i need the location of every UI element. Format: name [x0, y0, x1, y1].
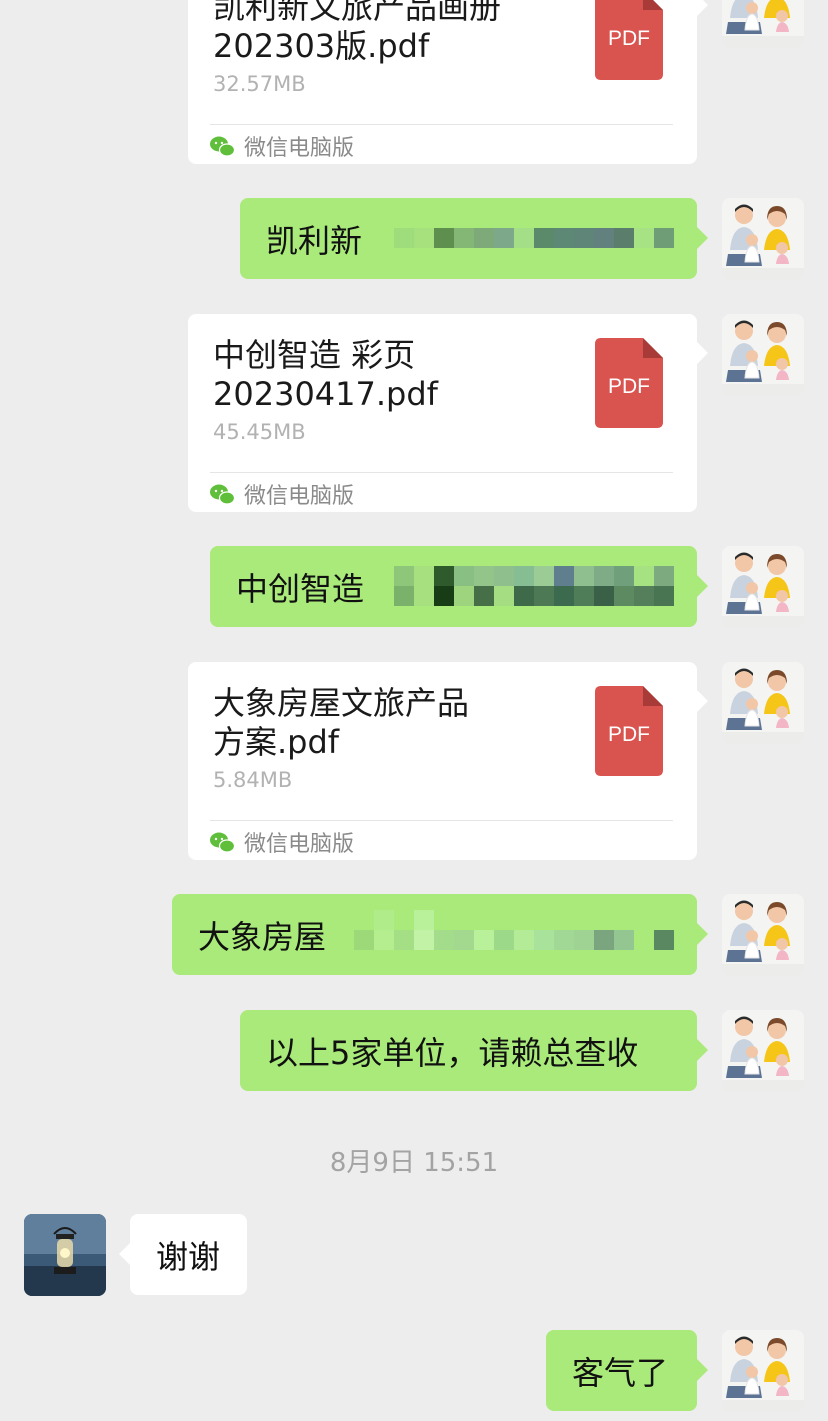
outgoing-text-message[interactable]: 客气了 — [546, 1330, 708, 1411]
file-size: 45.45MB — [213, 420, 306, 444]
file-source: 微信电脑版 — [210, 479, 354, 509]
wechat-logo-icon — [210, 135, 236, 157]
outgoing-text-message[interactable]: 大象房屋 — [172, 894, 708, 975]
incoming-text-message[interactable]: 谢谢 — [119, 1214, 247, 1295]
file-name: 大象房屋文旅产品 方案.pdf — [213, 684, 470, 761]
message-text: 中创智造 — [236, 569, 365, 608]
card-divider — [210, 124, 673, 125]
file-source: 微信电脑版 — [210, 131, 354, 161]
file-name: 凯利新文旅产品画册 202303版.pdf — [213, 0, 502, 65]
pixelated-redaction — [354, 910, 674, 950]
pdf-file-icon: PDF — [595, 686, 663, 776]
pixelated-redaction — [394, 228, 674, 248]
message-text: 大象房屋 — [198, 917, 327, 956]
file-source-label: 微信电脑版 — [244, 832, 355, 857]
card-divider — [210, 472, 673, 473]
card-divider — [210, 820, 673, 821]
file-name: 中创智造 彩页 20230417.pdf — [213, 336, 438, 413]
self-avatar[interactable] — [722, 314, 804, 396]
self-avatar[interactable] — [722, 662, 804, 744]
pdf-icon-label: PDF — [608, 375, 650, 398]
self-avatar[interactable] — [722, 894, 804, 976]
outgoing-text-message[interactable]: 凯利新 — [240, 198, 708, 279]
outgoing-text-message[interactable]: 以上5家单位，请赖总查收 — [240, 1010, 708, 1091]
file-source: 微信电脑版 — [210, 827, 354, 857]
self-avatar[interactable] — [722, 198, 804, 280]
file-message-card[interactable]: 大象房屋文旅产品 方案.pdf 5.84MB PDF 微信电脑版 — [188, 662, 708, 860]
file-source-label: 微信电脑版 — [244, 136, 355, 161]
wechat-logo-icon — [210, 831, 236, 853]
outgoing-text-message[interactable]: 中创智造 — [210, 546, 708, 627]
file-size: 5.84MB — [213, 768, 293, 792]
file-message-card[interactable]: 中创智造 彩页 20230417.pdf 45.45MB PDF 微信电脑版 — [188, 314, 708, 512]
pdf-icon-label: PDF — [608, 723, 650, 746]
contact-avatar[interactable] — [24, 1214, 106, 1296]
wechat-logo-icon — [210, 483, 236, 505]
file-source-label: 微信电脑版 — [244, 484, 355, 509]
self-avatar[interactable] — [722, 0, 804, 48]
message-text: 谢谢 — [156, 1237, 221, 1276]
message-text: 凯利新 — [266, 221, 363, 260]
file-message-card[interactable]: 凯利新文旅产品画册 202303版.pdf 32.57MB PDF 微信电脑版 — [188, 0, 708, 164]
pdf-file-icon: PDF — [595, 0, 663, 80]
pixelated-redaction — [394, 566, 674, 606]
self-avatar[interactable] — [722, 546, 804, 628]
message-timestamp: 8月9日 15:51 — [329, 1148, 499, 1178]
message-text: 以上5家单位，请赖总查收 — [266, 1033, 639, 1072]
pdf-icon-label: PDF — [608, 27, 650, 50]
message-text: 客气了 — [572, 1353, 669, 1392]
pdf-file-icon: PDF — [595, 338, 663, 428]
file-size: 32.57MB — [213, 72, 306, 96]
self-avatar[interactable] — [722, 1330, 804, 1412]
self-avatar[interactable] — [722, 1010, 804, 1092]
